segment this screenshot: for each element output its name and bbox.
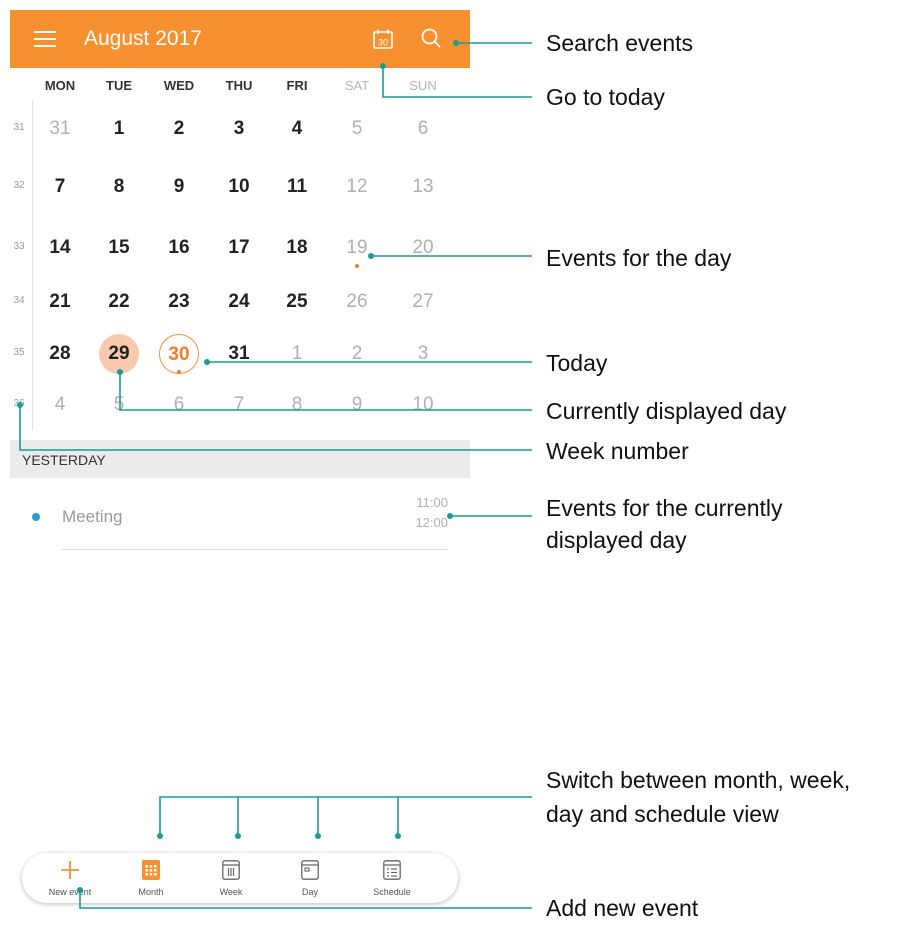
current-day-callout-line [119,372,532,411]
callout-week-number: Week number [546,438,689,464]
callout-today: Today [546,350,608,376]
callout-events-current-line1: Events for the currently [546,495,783,521]
callout-go-to-today: Go to today [546,84,665,110]
callout-currently-displayed-day: Currently displayed day [546,398,787,424]
callout-switch-view-line1: Switch between month, week, [546,767,851,793]
callout-events-for-day: Events for the day [546,245,732,271]
callout-add-new-event: Add new event [546,895,699,921]
callout-events-current-line2: displayed day [546,527,687,553]
week-number-callout-line [19,405,532,451]
today-button-callout-line [382,66,532,98]
add-event-callout-line [79,890,532,909]
switch-view-callout-line [159,796,532,836]
callout-switch-view-line2: day and schedule view [546,801,779,827]
callout-search-events: Search events [546,30,694,56]
